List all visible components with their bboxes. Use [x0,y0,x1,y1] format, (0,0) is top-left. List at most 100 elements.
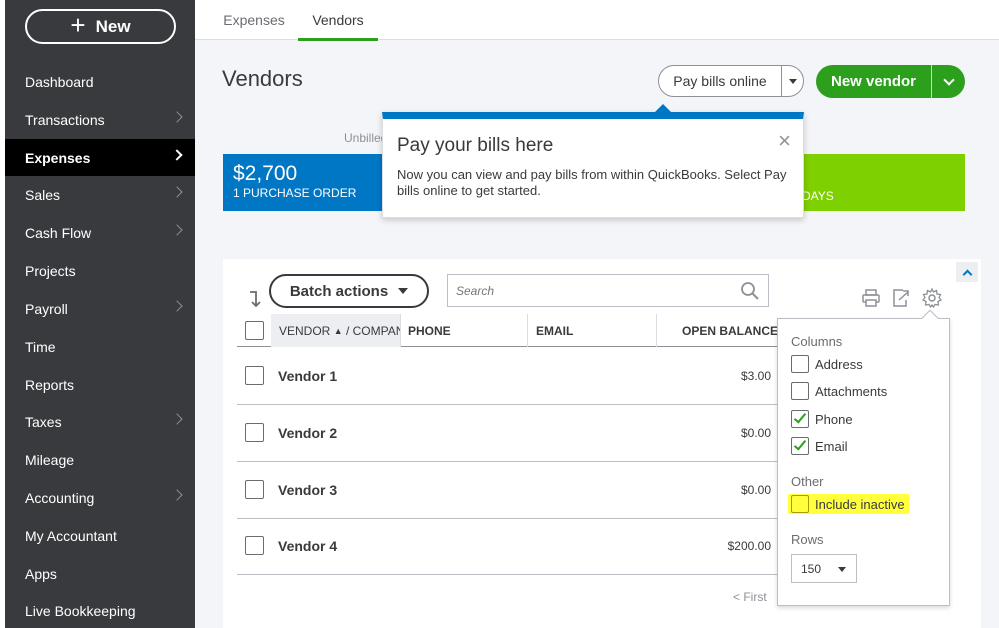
include-inactive-option[interactable]: Include inactive [788,494,909,514]
table-row[interactable]: Vendor 2 $0.00 [237,405,778,462]
sidebar-item-label: My Accountant [25,527,117,544]
column-divider [656,314,657,347]
email-column-header[interactable]: EMAIL [536,314,573,347]
tab-vendors[interactable]: Vendors [298,0,378,41]
sidebar-item-label: Taxes [25,413,62,430]
table-row[interactable]: Vendor 1 $3.00 [237,348,778,405]
chevron-right-icon [171,413,183,425]
open-balance: $3.00 [740,369,771,383]
button-divider [931,65,932,98]
column-option-attachments[interactable]: Attachments [791,381,887,401]
unbilled-label: Unbilled [344,131,388,145]
open-balance: $0.00 [740,483,771,497]
vendor-name[interactable]: Vendor 4 [278,538,337,554]
sidebar-item-time[interactable]: Time [5,328,195,365]
pay-bills-dropdown-toggle[interactable] [782,78,803,84]
row-checkbox[interactable] [245,480,264,499]
chevron-right-icon [171,186,183,198]
email-checkbox[interactable] [791,437,809,455]
purchase-order-card[interactable]: $2,700 1 PURCHASE ORDER [223,154,388,211]
sidebar-item-live-bookkeeping[interactable]: Live Bookkeeping [5,592,195,628]
new-button[interactable]: + New [25,9,176,44]
sidebar-item-label: Live Bookkeeping [25,602,136,619]
select-all-checkbox[interactable] [245,321,264,340]
sidebar-item-transactions[interactable]: Transactions [5,101,195,138]
vendor-name[interactable]: Vendor 1 [278,368,337,384]
paid-card-label: DAYS [802,189,834,203]
pager-first-link[interactable]: < First [733,590,767,604]
rows-per-page-select[interactable]: 150 [791,554,857,583]
sidebar-item-label: Time [25,338,56,355]
new-vendor-dropdown-toggle[interactable] [932,73,965,86]
sidebar-item-label: Payroll [25,300,68,317]
table-row[interactable]: Vendor 3 $0.00 [237,462,778,519]
sidebar-item-label: Accounting [25,489,95,506]
batch-actions-button[interactable]: Batch actions [269,274,429,308]
row-checkbox[interactable] [245,536,264,555]
column-option-label: Address [815,356,863,372]
table-settings-dropdown: Columns Address Attachments Phone Email … [777,309,950,606]
gear-icon[interactable] [922,288,942,308]
checkmark-icon [793,410,807,424]
tooltip-title: Pay your bills here [397,135,554,156]
column-divider [527,314,528,347]
address-checkbox[interactable] [791,355,809,373]
column-option-address[interactable]: Address [791,354,863,374]
sidebar-item-apps[interactable]: Apps [5,555,195,592]
column-option-phone[interactable]: Phone [791,409,853,429]
phone-column-header[interactable]: PHONE [408,314,451,347]
caret-down-icon [398,288,409,294]
attachments-checkbox[interactable] [791,382,809,400]
include-inactive-label: Include inactive [815,496,905,512]
new-vendor-label: New vendor [830,73,917,90]
sidebar-item-payroll[interactable]: Payroll [5,290,195,327]
open-balance-column-header[interactable]: OPEN BALANCE [682,314,778,347]
chevron-right-icon [171,300,183,312]
vendor-name[interactable]: Vendor 2 [278,425,337,441]
include-inactive-checkbox[interactable] [791,495,809,513]
checkmark-icon [793,437,807,451]
export-icon[interactable] [891,288,911,308]
vendor-name[interactable]: Vendor 3 [278,482,337,498]
plus-icon: + [70,10,86,40]
table-row[interactable]: Vendor 4 $200.00 [237,518,778,575]
phone-checkbox[interactable] [791,410,809,428]
sidebar-item-label: Projects [25,262,76,279]
open-balance: $0.00 [740,426,771,440]
sidebar-item-my-accountant[interactable]: My Accountant [5,517,195,554]
column-option-email[interactable]: Email [791,436,848,456]
columns-heading: Columns [791,334,843,349]
print-icon[interactable] [861,288,881,308]
vendor-column-label: VENDOR [279,323,331,338]
pay-bills-online-button[interactable]: Pay bills online [658,65,804,97]
tab-bar: Expenses Vendors [195,0,999,41]
paid-card[interactable]: DAYS [790,154,965,211]
chevron-right-icon [171,111,183,123]
sidebar-item-taxes[interactable]: Taxes [5,403,195,440]
tab-label: Vendors [312,12,364,28]
sidebar-item-reports[interactable]: Reports [5,366,195,403]
search-field[interactable] [447,274,769,307]
column-option-label: Attachments [815,383,888,399]
sidebar-item-accounting[interactable]: Accounting [5,479,195,516]
sidebar-item-projects[interactable]: Projects [5,252,195,289]
sidebar-item-label: Dashboard [25,73,94,90]
company-column-label: / COMPANY [345,323,400,338]
column-option-label: Email [815,438,848,454]
search-input[interactable] [448,275,728,306]
sidebar-item-sales[interactable]: Sales [5,176,195,213]
sidebar-item-cash-flow[interactable]: Cash Flow [5,214,195,251]
row-checkbox[interactable] [245,423,264,442]
search-icon[interactable] [740,281,760,301]
tab-expenses[interactable]: Expenses [213,0,295,40]
sort-arrow-icon[interactable] [249,290,263,308]
sidebar-item-mileage[interactable]: Mileage [5,441,195,478]
close-icon[interactable]: × [778,128,791,154]
row-checkbox[interactable] [245,366,264,385]
collapse-button[interactable] [956,262,978,282]
vendor-column-header[interactable]: VENDOR ▲ / COMPANY [271,314,400,347]
open-balance: $200.00 [727,539,771,553]
sidebar-item-dashboard[interactable]: Dashboard [5,63,195,100]
new-vendor-button[interactable]: New vendor [816,65,965,98]
sidebar-item-expenses[interactable]: Expenses [5,139,195,176]
